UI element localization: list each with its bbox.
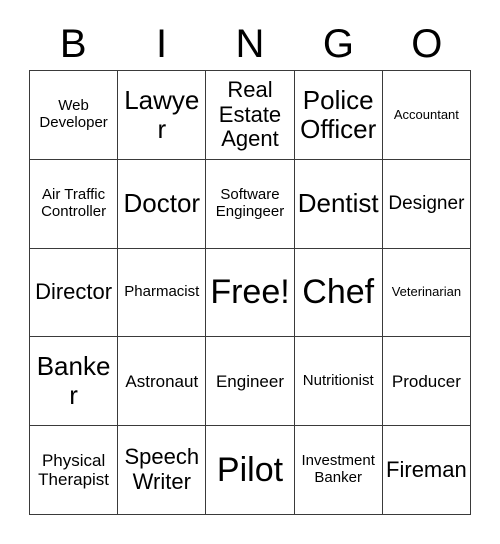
bingo-cell-label: Producer: [391, 371, 461, 391]
bingo-header-letter-g: G: [322, 22, 354, 66]
bingo-cell-label: Doctor: [123, 188, 201, 219]
bingo-cell-label: Air Traffic Controller: [41, 185, 107, 220]
bingo-card: B I N G O Web Developer Lawyer Real Estate…: [29, 0, 471, 515]
bingo-cell-label: Lawyer: [124, 84, 200, 144]
bingo-cell[interactable]: Physical Therapist: [30, 426, 119, 515]
bingo-cell-label: Fireman: [386, 456, 467, 482]
bingo-header-letter-b: B: [59, 22, 87, 66]
bingo-header-letter-i: I: [156, 22, 168, 66]
bingo-cell-label: Accountant: [393, 106, 459, 122]
bingo-cell[interactable]: Air Traffic Controller: [30, 159, 119, 249]
bingo-header-letter-o: O: [411, 22, 443, 66]
bingo-cell-label: Designer: [388, 193, 465, 215]
bingo-cell[interactable]: Doctor: [118, 159, 207, 249]
bingo-cell-label: Free!: [210, 273, 290, 312]
bingo-cell[interactable]: Investment Banker: [294, 426, 383, 515]
bingo-cell-label: Banker: [36, 351, 111, 411]
bingo-cell-label: Dentist: [297, 188, 379, 219]
bingo-cell[interactable]: Nutritionist: [294, 337, 383, 427]
bingo-header-letter-n: N: [235, 22, 265, 66]
bingo-cell-label: Police Officer: [300, 84, 377, 144]
bingo-cell-label: Web Developer: [39, 97, 108, 131]
bingo-cell-label: Investment Banker: [301, 452, 375, 487]
bingo-cell[interactable]: Veterinarian: [382, 248, 471, 338]
bingo-cell[interactable]: Director: [30, 248, 119, 338]
bingo-grid: Web Developer Lawyer Real Estate Agent Poli…: [29, 70, 471, 515]
bingo-cell[interactable]: Free!: [206, 248, 295, 338]
bingo-cell[interactable]: Pharmacist: [118, 248, 207, 338]
bingo-cell[interactable]: Engineer: [206, 337, 295, 427]
bingo-cell[interactable]: Designer: [382, 159, 471, 249]
bingo-cell-label: Astronaut: [125, 371, 199, 391]
bingo-cell-label: Pilot: [216, 451, 284, 490]
bingo-cell[interactable]: Banker: [30, 337, 119, 427]
bingo-cell[interactable]: Accountant: [382, 71, 471, 160]
bingo-cell-label: Pharmacist: [124, 283, 200, 301]
bingo-cell-label: Veterinarian: [391, 284, 462, 300]
bingo-cell-label: Real Estate Agent: [218, 76, 282, 152]
bingo-cell[interactable]: Real Estate Agent: [206, 71, 295, 160]
bingo-cell[interactable]: Chef: [294, 248, 383, 338]
bingo-cell[interactable]: Dentist: [294, 159, 383, 249]
bingo-cell-label: Software Engingeer: [215, 185, 285, 220]
bingo-cell[interactable]: Lawyer: [118, 71, 207, 160]
bingo-cell[interactable]: Web Developer: [30, 71, 119, 160]
bingo-cell[interactable]: Police Officer: [294, 71, 383, 160]
bingo-cell-label: Speech Writer: [124, 444, 200, 495]
bingo-cell[interactable]: Pilot: [206, 426, 295, 515]
bingo-cell[interactable]: Speech Writer: [118, 426, 207, 515]
bingo-cell[interactable]: Fireman: [382, 426, 471, 515]
bingo-cell[interactable]: Producer: [382, 337, 471, 427]
bingo-cell-label: Director: [35, 279, 113, 305]
bingo-cell[interactable]: Astronaut: [118, 337, 207, 427]
bingo-cell-label: Nutritionist: [302, 371, 374, 389]
bingo-header-row: B I N G O: [29, 0, 471, 70]
bingo-cell-label: Engineer: [215, 371, 285, 391]
bingo-cell-label: Chef: [302, 273, 375, 312]
bingo-cell[interactable]: Software Engingeer: [206, 159, 295, 249]
bingo-cell-label: Physical Therapist: [38, 451, 110, 490]
